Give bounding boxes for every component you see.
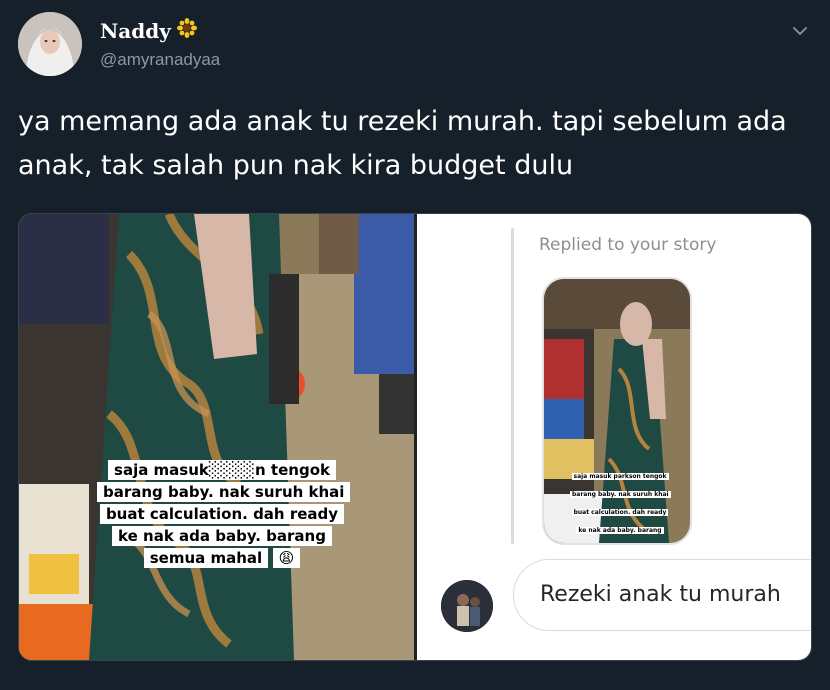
replied-label: Replied to your story bbox=[539, 235, 717, 255]
media-photo-right[interactable]: Replied to your story saja masuk parkson… bbox=[417, 214, 811, 660]
story-thumbnail[interactable]: saja masuk parkson tengok barang baby. n… bbox=[542, 277, 692, 545]
tweet-media[interactable]: saja masuk░░░░n tengok barang baby. nak … bbox=[18, 213, 812, 661]
reply-message-text: Rezeki anak tu murah bbox=[540, 582, 781, 607]
user-handle[interactable]: @amyranadyaa bbox=[100, 50, 220, 70]
sunflower-icon bbox=[176, 18, 197, 43]
thumbnail-caption-text: saja masuk parkson tengok barang baby. n… bbox=[570, 473, 671, 543]
weary-face-icon: 😩 bbox=[272, 548, 301, 568]
reply-avatar[interactable] bbox=[441, 580, 493, 632]
media-photo-left[interactable]: saja masuk░░░░n tengok barang baby. nak … bbox=[19, 214, 414, 660]
reply-message-bubble: Rezeki anak tu murah bbox=[513, 559, 811, 631]
avatar[interactable] bbox=[18, 12, 82, 76]
tweet-text: ya memang ada anak tu rezeki murah. tapi… bbox=[18, 106, 787, 181]
store-photo bbox=[19, 214, 414, 660]
chevron-down-icon[interactable] bbox=[786, 20, 814, 42]
user-name-row[interactable]: Naddy bbox=[100, 18, 197, 43]
caption-text: saja masuk░░░░n tengok barang baby. nak … bbox=[97, 460, 351, 568]
story-thumbnail-caption: saja masuk parkson tengok barang baby. n… bbox=[570, 465, 671, 543]
story-caption: saja masuk░░░░n tengok barang baby. nak … bbox=[97, 459, 351, 569]
reply-indicator-bar bbox=[511, 228, 514, 544]
display-name[interactable]: Naddy bbox=[100, 19, 171, 43]
